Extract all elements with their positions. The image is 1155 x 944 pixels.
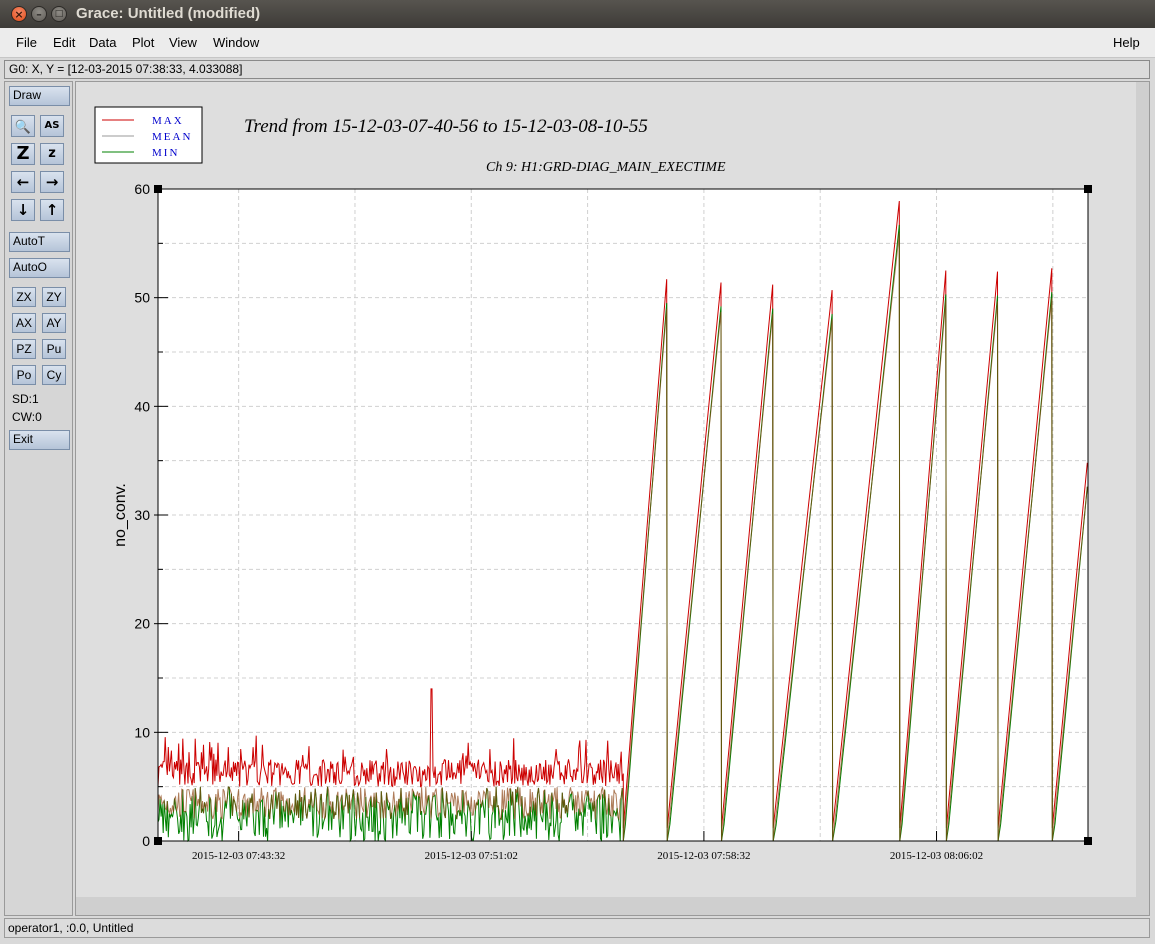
window-title: Grace: Untitled (modified) bbox=[76, 5, 261, 22]
scroll-up-button[interactable]: ↑ bbox=[40, 199, 64, 221]
x-tick-label: 2015-12-03 08:06:02 bbox=[890, 850, 983, 862]
x-tick-label: 2015-12-03 07:58:32 bbox=[657, 850, 750, 862]
y-tick-label: 30 bbox=[134, 507, 150, 523]
scroll-down-button[interactable]: ↓ bbox=[11, 199, 35, 221]
arrow-right-icon: → bbox=[45, 173, 59, 191]
legend-label: MAX bbox=[152, 115, 184, 127]
scroll-right-button[interactable]: → bbox=[40, 171, 64, 193]
minimize-window-button[interactable]: – bbox=[31, 6, 47, 22]
locator-bar: G0: X, Y = [12-03-2015 07:38:33, 4.03308… bbox=[4, 60, 1150, 79]
y-tick-label: 60 bbox=[134, 181, 150, 197]
y-tick-label: 20 bbox=[134, 616, 150, 632]
x-tick-label: 2015-12-03 07:51:02 bbox=[425, 850, 518, 862]
magnifier-icon: 🔍 bbox=[14, 120, 32, 135]
plot-canvas[interactable]: 0 10 20 30 40 50 60 2015-12-03 07:43:32 2015-12-… bbox=[75, 81, 1150, 916]
maximize-icon: □ bbox=[54, 9, 64, 19]
legend-label: MIN bbox=[152, 147, 179, 159]
corner-handle bbox=[1084, 837, 1092, 845]
draw-button[interactable]: Draw bbox=[9, 86, 70, 106]
y-axis-label: no_conv. bbox=[112, 483, 129, 547]
toolbar: Draw 🔍 AS Z z ← → ↓ ↑ AutoT AutoO ZX ZY … bbox=[4, 81, 73, 916]
menu-window[interactable]: Window bbox=[213, 35, 259, 50]
y-tick-label: 50 bbox=[134, 290, 150, 306]
chart-title: Trend from 15-12-03-07-40-56 to 15-12-03… bbox=[244, 116, 648, 137]
arrow-down-icon: ↓ bbox=[16, 201, 30, 219]
menu-file[interactable]: File bbox=[16, 35, 37, 50]
autoscale-button[interactable]: AS bbox=[40, 115, 64, 137]
corner-handle bbox=[1084, 185, 1092, 193]
scroll-left-button[interactable]: ← bbox=[11, 171, 35, 193]
zoom-button[interactable]: 🔍 bbox=[11, 115, 35, 137]
graph-svg: 0 10 20 30 40 50 60 2015-12-03 07:43:32 2015-12-… bbox=[76, 82, 1136, 897]
y-tick-label: 40 bbox=[134, 398, 150, 414]
pu-button[interactable]: Pu bbox=[42, 339, 66, 359]
y-tick-label: 10 bbox=[134, 724, 150, 740]
autoo-button[interactable]: AutoO bbox=[9, 258, 70, 278]
zoom-out-icon: z bbox=[48, 146, 56, 161]
zoom-out-button[interactable]: z bbox=[40, 143, 64, 165]
po-button[interactable]: Po bbox=[12, 365, 36, 385]
menu-plot[interactable]: Plot bbox=[132, 35, 154, 50]
menu-edit[interactable]: Edit bbox=[53, 35, 75, 50]
sd-label: SD:1 bbox=[12, 392, 39, 406]
exit-button[interactable]: Exit bbox=[9, 430, 70, 450]
status-bar: operator1, :0.0, Untitled bbox=[4, 918, 1150, 938]
menu-bar: File Edit Data Plot View Window Help bbox=[0, 28, 1155, 58]
ay-button[interactable]: AY bbox=[42, 313, 66, 333]
ax-button[interactable]: AX bbox=[12, 313, 36, 333]
minimize-icon: – bbox=[36, 8, 42, 21]
arrow-left-icon: ← bbox=[16, 173, 30, 191]
menu-view[interactable]: View bbox=[169, 35, 197, 50]
cw-label: CW:0 bbox=[12, 410, 42, 424]
autoscale-icon: AS bbox=[44, 120, 60, 131]
zoom-in-icon: Z bbox=[16, 143, 30, 164]
legend-label: MEAN bbox=[152, 131, 192, 143]
arrow-up-icon: ↑ bbox=[45, 201, 59, 219]
pz-button[interactable]: PZ bbox=[12, 339, 36, 359]
zy-button[interactable]: ZY bbox=[42, 287, 66, 307]
autot-button[interactable]: AutoT bbox=[9, 232, 70, 252]
close-icon: × bbox=[14, 8, 24, 21]
zx-button[interactable]: ZX bbox=[12, 287, 36, 307]
maximize-window-button[interactable]: □ bbox=[51, 6, 67, 22]
title-bar: × – □ Grace: Untitled (modified) bbox=[0, 0, 1155, 28]
zoom-in-button[interactable]: Z bbox=[11, 143, 35, 165]
y-tick-label: 0 bbox=[142, 833, 150, 849]
x-tick-label: 2015-12-03 07:43:32 bbox=[192, 850, 285, 862]
menu-data[interactable]: Data bbox=[89, 35, 116, 50]
chart-subtitle: Ch 9: H1:GRD-DIAG_MAIN_EXECTIME bbox=[486, 160, 726, 175]
cy-button[interactable]: Cy bbox=[42, 365, 66, 385]
menu-help[interactable]: Help bbox=[1113, 35, 1140, 50]
close-window-button[interactable]: × bbox=[11, 6, 27, 22]
